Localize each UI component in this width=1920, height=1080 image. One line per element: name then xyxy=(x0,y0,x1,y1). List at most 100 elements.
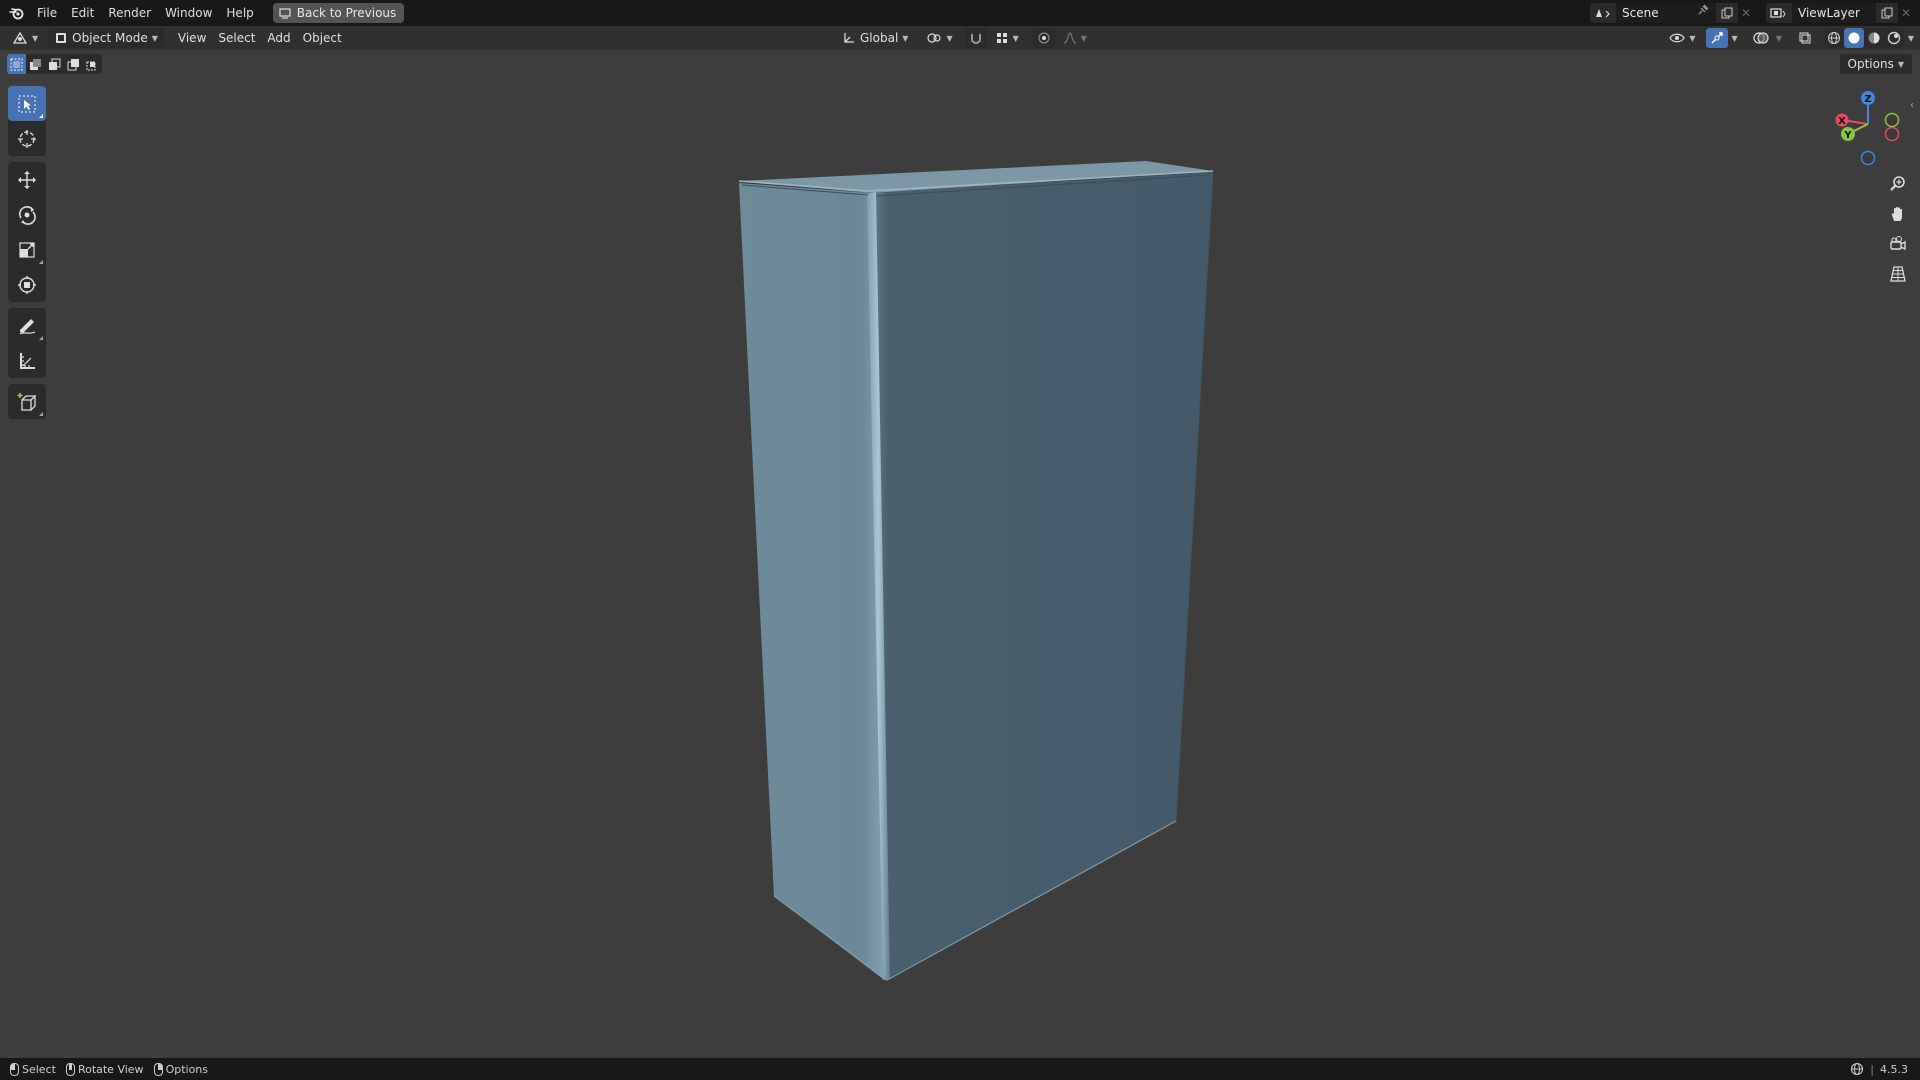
viewport-options-dropdown[interactable]: Options ▼ xyxy=(1839,54,1912,74)
cursor-icon xyxy=(17,129,37,149)
tool-variants-indicator xyxy=(39,260,43,264)
select-invert-icon[interactable] xyxy=(64,54,83,74)
scale-icon xyxy=(17,240,37,260)
status-divider: | xyxy=(1870,1062,1874,1076)
wireframe-shading-icon[interactable] xyxy=(1824,28,1844,48)
eye-icon xyxy=(1669,32,1686,44)
move-icon xyxy=(17,170,37,190)
select-intersect-icon[interactable] xyxy=(83,54,102,74)
view-layer-name: ViewLayer xyxy=(1798,6,1860,20)
scene-object-box[interactable] xyxy=(0,50,1920,1058)
back-to-previous-button[interactable]: Back to Previous xyxy=(272,3,405,23)
rotate-icon xyxy=(17,205,37,225)
editor-type-button[interactable]: ▼ xyxy=(6,28,44,48)
gizmo-neg-z-axis[interactable] xyxy=(1860,150,1876,166)
gizmo-y-label: Y xyxy=(1843,130,1852,141)
select-new-icon[interactable] xyxy=(7,54,26,74)
rotate-tool[interactable] xyxy=(8,197,46,232)
pin-icon[interactable] xyxy=(1698,3,1716,23)
tool-shelf xyxy=(8,86,46,425)
shading-chevron-down-icon[interactable]: ▼ xyxy=(1908,34,1914,43)
status-select-label: Select xyxy=(22,1062,56,1076)
select-subtract-icon[interactable] xyxy=(45,54,64,74)
camera-view-icon[interactable] xyxy=(1884,230,1912,258)
status-rotate-label: Rotate View xyxy=(77,1062,144,1076)
proportional-falloff-dropdown[interactable]: ▼ xyxy=(1061,28,1089,48)
blender-logo-icon[interactable] xyxy=(4,0,30,26)
delete-view-layer-icon[interactable]: ✕ xyxy=(1898,3,1914,23)
scale-tool[interactable] xyxy=(8,232,46,267)
view-layer-name-field[interactable]: ViewLayer xyxy=(1792,3,1876,23)
menu-file[interactable]: File xyxy=(30,2,64,24)
pivot-icon xyxy=(926,31,942,45)
proportional-editing-icon[interactable] xyxy=(1032,28,1055,48)
3d-viewport[interactable] xyxy=(0,50,1920,1058)
select-box-tool[interactable] xyxy=(8,86,46,121)
menu-help[interactable]: Help xyxy=(219,2,260,24)
perspective-ortho-grid-icon[interactable] xyxy=(1884,260,1912,288)
select-box-icon xyxy=(17,94,37,114)
status-options-label: Options xyxy=(165,1062,209,1076)
3d-viewport-icon xyxy=(12,31,28,45)
back-to-previous-label: Back to Previous xyxy=(296,6,397,20)
move-tool[interactable] xyxy=(8,162,46,197)
scene-name: Scene xyxy=(1622,6,1659,20)
gizmo-chevron-down-icon[interactable]: ▼ xyxy=(1732,34,1738,43)
visibility-dropdown[interactable]: ▼ xyxy=(1667,28,1697,48)
status-rotate-hint: Rotate View xyxy=(65,1062,144,1076)
xray-toggle-icon[interactable] xyxy=(1794,28,1816,48)
tool-variants-indicator xyxy=(39,336,43,340)
scene-name-field[interactable]: Scene xyxy=(1616,3,1716,23)
new-view-layer-icon[interactable] xyxy=(1876,3,1898,23)
menu-select[interactable]: Select xyxy=(212,28,261,48)
view-layer-browse-icon[interactable] xyxy=(1766,3,1792,23)
gizmo-z-label: Z xyxy=(1864,94,1871,105)
transform-tool[interactable] xyxy=(8,267,46,302)
orientation-label: Global xyxy=(860,31,899,45)
snap-target-dropdown[interactable]: ▼ xyxy=(993,28,1021,48)
view-layer-selector: ViewLayer ✕ xyxy=(1766,3,1914,23)
options-label: Options xyxy=(1847,57,1894,71)
transform-orientation-dropdown[interactable]: Global ▼ xyxy=(836,28,914,48)
chevron-down-icon: ▼ xyxy=(1012,33,1019,43)
scene-selector: Scene ✕ xyxy=(1590,3,1754,23)
pan-view-hand-icon[interactable] xyxy=(1884,200,1912,228)
overlays-chevron-down-icon[interactable]: ▼ xyxy=(1776,34,1782,43)
menu-add[interactable]: Add xyxy=(261,28,296,48)
menu-view[interactable]: View xyxy=(172,28,212,48)
delete-scene-icon[interactable]: ✕ xyxy=(1738,3,1754,23)
mode-dropdown[interactable]: Object Mode ▼ xyxy=(48,28,164,48)
annotate-tool[interactable] xyxy=(8,308,46,343)
solid-shading-icon[interactable] xyxy=(1843,28,1864,48)
measure-tool[interactable] xyxy=(8,343,46,378)
snap-toggle-icon[interactable] xyxy=(964,28,987,48)
menu-window[interactable]: Window xyxy=(158,2,219,24)
orientation-axes-icon xyxy=(842,31,856,45)
menu-object[interactable]: Object xyxy=(297,28,348,48)
rendered-shading-icon[interactable] xyxy=(1884,28,1904,48)
tool-variants-indicator xyxy=(39,412,43,416)
new-scene-icon[interactable] xyxy=(1716,3,1738,23)
falloff-curve-icon xyxy=(1063,31,1077,45)
overlays-toggle-icon[interactable] xyxy=(1750,28,1772,48)
select-extend-icon[interactable] xyxy=(26,54,45,74)
gizmo-toggle-icon[interactable] xyxy=(1705,28,1728,48)
sidebar-toggle-chevron-icon[interactable]: ‹ xyxy=(1910,100,1920,118)
pivot-point-dropdown[interactable]: ▼ xyxy=(920,28,958,48)
menu-edit[interactable]: Edit xyxy=(64,2,101,24)
zoom-view-icon[interactable] xyxy=(1884,170,1912,198)
menu-render[interactable]: Render xyxy=(101,2,158,24)
gizmo-x-label: X xyxy=(1838,116,1846,127)
gizmo-neg-y-axis[interactable] xyxy=(1884,112,1900,128)
material-shading-icon[interactable] xyxy=(1864,28,1884,48)
scene-browse-icon[interactable] xyxy=(1590,3,1616,23)
network-globe-icon[interactable] xyxy=(1850,1062,1864,1076)
cursor-tool[interactable] xyxy=(8,121,46,156)
status-select-hint: Select xyxy=(10,1062,56,1076)
add-cube-tool[interactable] xyxy=(8,384,46,419)
top-menu-bar: File Edit Render Window Help Back to Pre… xyxy=(0,0,1920,26)
chevron-down-icon: ▼ xyxy=(151,33,158,43)
gizmo-neg-x-axis[interactable] xyxy=(1884,126,1900,142)
mouse-middle-icon xyxy=(65,1062,75,1076)
navigation-gizmo[interactable]: Z X Y xyxy=(1830,86,1900,166)
